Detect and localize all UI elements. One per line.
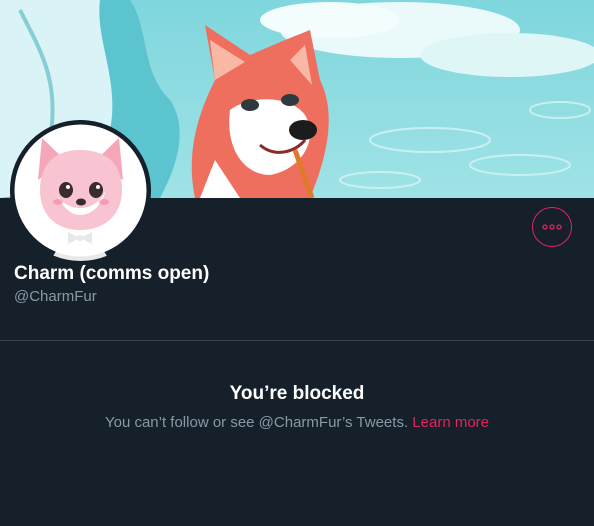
blocked-title: You’re blocked [229, 383, 365, 404]
blocked-message: You can’t follow or see @CharmFur’s Twee… [0, 414, 594, 431]
blocked-message-text: You can’t follow or see @CharmFur’s Twee… [104, 414, 409, 431]
learn-more-link[interactable]: Learn more [412, 414, 489, 431]
divider [0, 340, 594, 341]
profile-avatar[interactable] [10, 120, 151, 261]
profile-name: Charm (comms open) [14, 263, 210, 284]
profile-handle: @CharmFur [14, 288, 97, 305]
more-options-button[interactable] [532, 207, 572, 247]
more-horizontal-icon [542, 224, 562, 230]
avatar-image [10, 120, 151, 261]
